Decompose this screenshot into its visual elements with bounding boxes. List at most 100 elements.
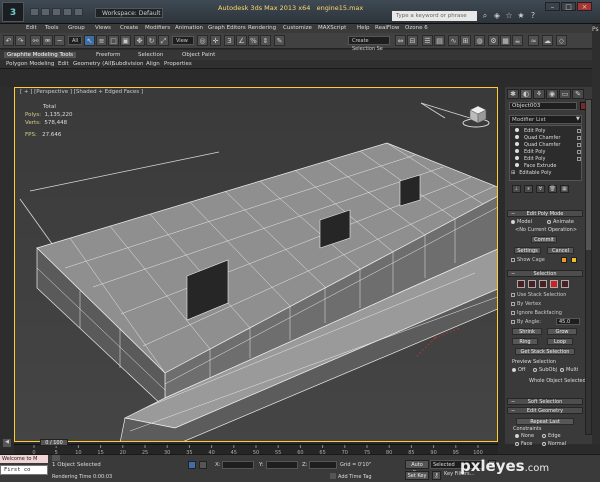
render-setup-icon[interactable]: ⚙ — [488, 35, 499, 46]
rollout-edit-poly-mode[interactable]: Edit Poly Mode — [507, 210, 583, 217]
snaps-toggle-icon[interactable]: 3 — [224, 35, 235, 46]
vertex-mode-icon[interactable] — [517, 280, 525, 288]
add-time-tag-button[interactable]: Add Time Tag — [338, 474, 372, 480]
viewport-scene[interactable] — [15, 88, 498, 442]
key-icon[interactable]: ⚷ — [432, 471, 441, 480]
menu-graph-editors[interactable]: Graph Editors — [208, 25, 246, 31]
select-link-icon[interactable]: ⚯ — [30, 35, 41, 46]
close-button[interactable]: × — [577, 2, 592, 11]
redo-icon[interactable] — [74, 8, 83, 16]
by-vertex-checkbox[interactable]: By Vertex — [511, 301, 541, 307]
menu-rendering[interactable]: Rendering — [248, 25, 276, 31]
border-mode-icon[interactable] — [539, 280, 547, 288]
save-file-icon[interactable] — [52, 8, 61, 16]
stack-item-quad-chamfer[interactable]: Quad Chamfer — [515, 135, 581, 142]
maxscript-listener-input[interactable]: First co — [0, 465, 48, 475]
maximize-button[interactable]: □ — [561, 2, 576, 11]
radio-constraint-face[interactable]: Face — [515, 441, 532, 447]
cage-color-swatch[interactable] — [561, 257, 567, 263]
render-production-icon[interactable]: ☕ — [512, 35, 523, 46]
panel-polygon-modeling[interactable]: Polygon Modeling — [6, 61, 54, 67]
chevron-left-icon[interactable]: ◀ — [3, 439, 11, 447]
rect-selection-icon[interactable]: □ — [108, 35, 119, 46]
rendered-frame-icon[interactable]: ▦ — [500, 35, 511, 46]
checkbox-icon[interactable] — [577, 143, 581, 147]
commit-button[interactable]: Commit — [531, 236, 557, 243]
menu-modifiers[interactable]: Modifiers — [145, 25, 170, 31]
ozone-icon[interactable]: ☁ — [542, 35, 553, 46]
set-key-button[interactable]: Set Key — [405, 471, 429, 480]
workspace-dropdown[interactable]: Workspace: Default — [95, 8, 163, 18]
subscription-icon[interactable]: ◈ — [492, 11, 502, 21]
time-slider[interactable]: 0 / 100 — [40, 439, 68, 446]
shrink-button[interactable]: Shrink — [512, 328, 542, 335]
remove-modifier-icon[interactable]: 🗑 — [548, 185, 557, 193]
radio-animate[interactable]: Animate — [547, 219, 574, 225]
ignore-backfacing-checkbox[interactable]: Ignore Backfacing — [511, 310, 562, 316]
select-object-icon[interactable]: ↖ — [84, 35, 95, 46]
menu-ozone[interactable]: Ozone 6 — [405, 25, 428, 31]
material-editor-icon[interactable]: ◍ — [474, 35, 485, 46]
panel-edit[interactable]: Edit — [58, 61, 69, 67]
menu-animation[interactable]: Animation — [175, 25, 203, 31]
rotate-icon[interactable]: ↻ — [146, 35, 157, 46]
help-icon[interactable]: ? — [528, 11, 538, 21]
stack-item-edit-poly[interactable]: Edit Poly — [515, 156, 581, 163]
show-cage-checkbox[interactable]: Show Cage — [511, 257, 545, 263]
loop-button[interactable]: Loop — [547, 338, 573, 345]
maxscript-listener-output[interactable]: Welcome to M — [0, 455, 48, 463]
minimize-button[interactable]: – — [545, 2, 560, 11]
use-stack-selection-checkbox[interactable]: Use Stack Selection — [511, 292, 566, 298]
expand-plus-icon[interactable]: ⊞ — [511, 170, 515, 176]
angle-snap-icon[interactable]: ∠ — [236, 35, 247, 46]
light-bulb-icon[interactable] — [515, 149, 519, 153]
radio-preview-off[interactable]: Off — [512, 367, 525, 373]
new-file-icon[interactable] — [30, 8, 39, 16]
panel-subdivision[interactable]: Subdivision — [112, 61, 144, 67]
light-bulb-icon[interactable] — [515, 163, 519, 167]
viewport-label[interactable]: [ + ] [Perspective ] [Shaded + Edged Fac… — [20, 89, 143, 95]
perspective-viewport[interactable] — [14, 87, 498, 442]
y-coordinate-field[interactable] — [266, 461, 298, 469]
angle-value-field[interactable]: 45.0 — [556, 318, 580, 325]
modify-tab-icon[interactable]: ◐ — [520, 89, 532, 99]
select-by-name-icon[interactable]: ≡ — [96, 35, 107, 46]
stack-item-edit-poly[interactable]: Edit Poly — [515, 149, 581, 156]
extra-tool-icon[interactable]: ◇ — [556, 35, 567, 46]
cancel-button[interactable]: Cancel — [547, 247, 574, 254]
light-bulb-icon[interactable] — [515, 142, 519, 146]
radio-constraint-edge[interactable]: Edge — [542, 433, 561, 439]
stack-item-editable-poly[interactable]: ⊞ Editable Poly — [511, 170, 551, 177]
menu-maxscript[interactable]: MAXScript — [318, 25, 346, 31]
menu-group[interactable]: Group — [68, 25, 85, 31]
utilities-tab-icon[interactable]: ✎ — [572, 89, 584, 99]
rollout-soft-selection[interactable]: Soft Selection — [507, 398, 583, 405]
light-bulb-icon[interactable] — [515, 128, 519, 132]
settings-button[interactable]: Settings — [514, 247, 541, 254]
configure-sets-icon[interactable]: ▦ — [560, 185, 569, 193]
pivot-center-icon[interactable]: ◎ — [197, 35, 208, 46]
unlink-icon[interactable]: ⚮ — [42, 35, 53, 46]
graphite-toggle-icon[interactable]: ▤ — [434, 35, 445, 46]
cage-selected-color-swatch[interactable] — [571, 257, 577, 263]
chevron-down-icon[interactable]: ▼ — [576, 116, 580, 122]
scale-icon[interactable]: ⤢ — [158, 35, 169, 46]
percent-snap-icon[interactable]: % — [248, 35, 259, 46]
x-coordinate-field[interactable] — [222, 461, 254, 469]
display-tab-icon[interactable]: ▭ — [559, 89, 571, 99]
panel-geometry[interactable]: Geometry (All) — [73, 61, 113, 67]
reference-coordinate-dropdown[interactable]: View — [172, 36, 194, 45]
auto-key-button[interactable]: Auto Key — [405, 460, 429, 476]
undo-icon[interactable]: ↶ — [3, 35, 14, 46]
lock-selection-icon[interactable] — [188, 461, 196, 469]
hierarchy-tab-icon[interactable]: ⚘ — [533, 89, 545, 99]
named-selection-dropdown[interactable]: Create Selection Se — [348, 36, 390, 52]
app-logo-icon[interactable]: 3 — [2, 2, 24, 22]
menu-edit[interactable]: Edit — [26, 25, 37, 31]
menu-help[interactable]: Help — [357, 25, 370, 31]
scrollbar-thumb[interactable] — [586, 100, 591, 250]
grow-button[interactable]: Grow — [547, 328, 577, 335]
stack-item-face-extrude[interactable]: Face Extrude — [515, 163, 556, 170]
edit-named-selection-icon[interactable]: ✎ — [274, 35, 285, 46]
tab-graphite-modeling[interactable]: Graphite Modeling Tools — [4, 52, 77, 58]
